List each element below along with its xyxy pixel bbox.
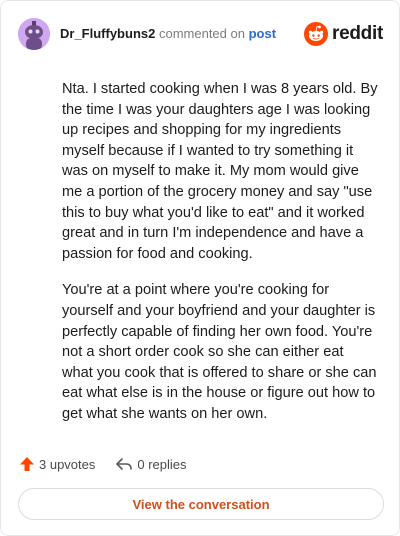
comment-header: Dr_Fluffybuns2 commented on post reddit [18,17,383,51]
comment-paragraph: You're at a point where you're cooking f… [62,282,377,422]
upvote-arrow-icon [20,457,34,471]
user-avatar[interactable] [18,18,50,50]
reddit-logo[interactable]: reddit [304,22,383,46]
replies-button[interactable]: 0 replies [115,456,187,472]
comment-body: Nta. I started cooking when I was 8 year… [62,79,378,441]
comment-paragraph: Nta. I started cooking when I was 8 year… [62,81,378,262]
post-link[interactable]: post [249,26,276,41]
comment-byline: Dr_Fluffybuns2 commented on post [60,26,276,42]
reply-arrow-icon [116,458,133,470]
view-conversation-button[interactable]: View the conversation [18,488,384,520]
upvote-button[interactable]: 3 upvotes [19,456,95,472]
username-link[interactable]: Dr_Fluffybuns2 [60,26,155,41]
reply-count: 0 replies [137,456,187,472]
embedded-comment-card: Dr_Fluffybuns2 commented on post reddit … [0,0,400,536]
action-text: commented on [158,26,245,41]
upvote-count: 3 upvotes [39,456,96,472]
comment-stats: 3 upvotes 0 replies [19,453,207,475]
reddit-wordmark: reddit [332,23,383,44]
snoo-avatar-icon [18,18,50,50]
reddit-alien-icon [304,22,329,46]
